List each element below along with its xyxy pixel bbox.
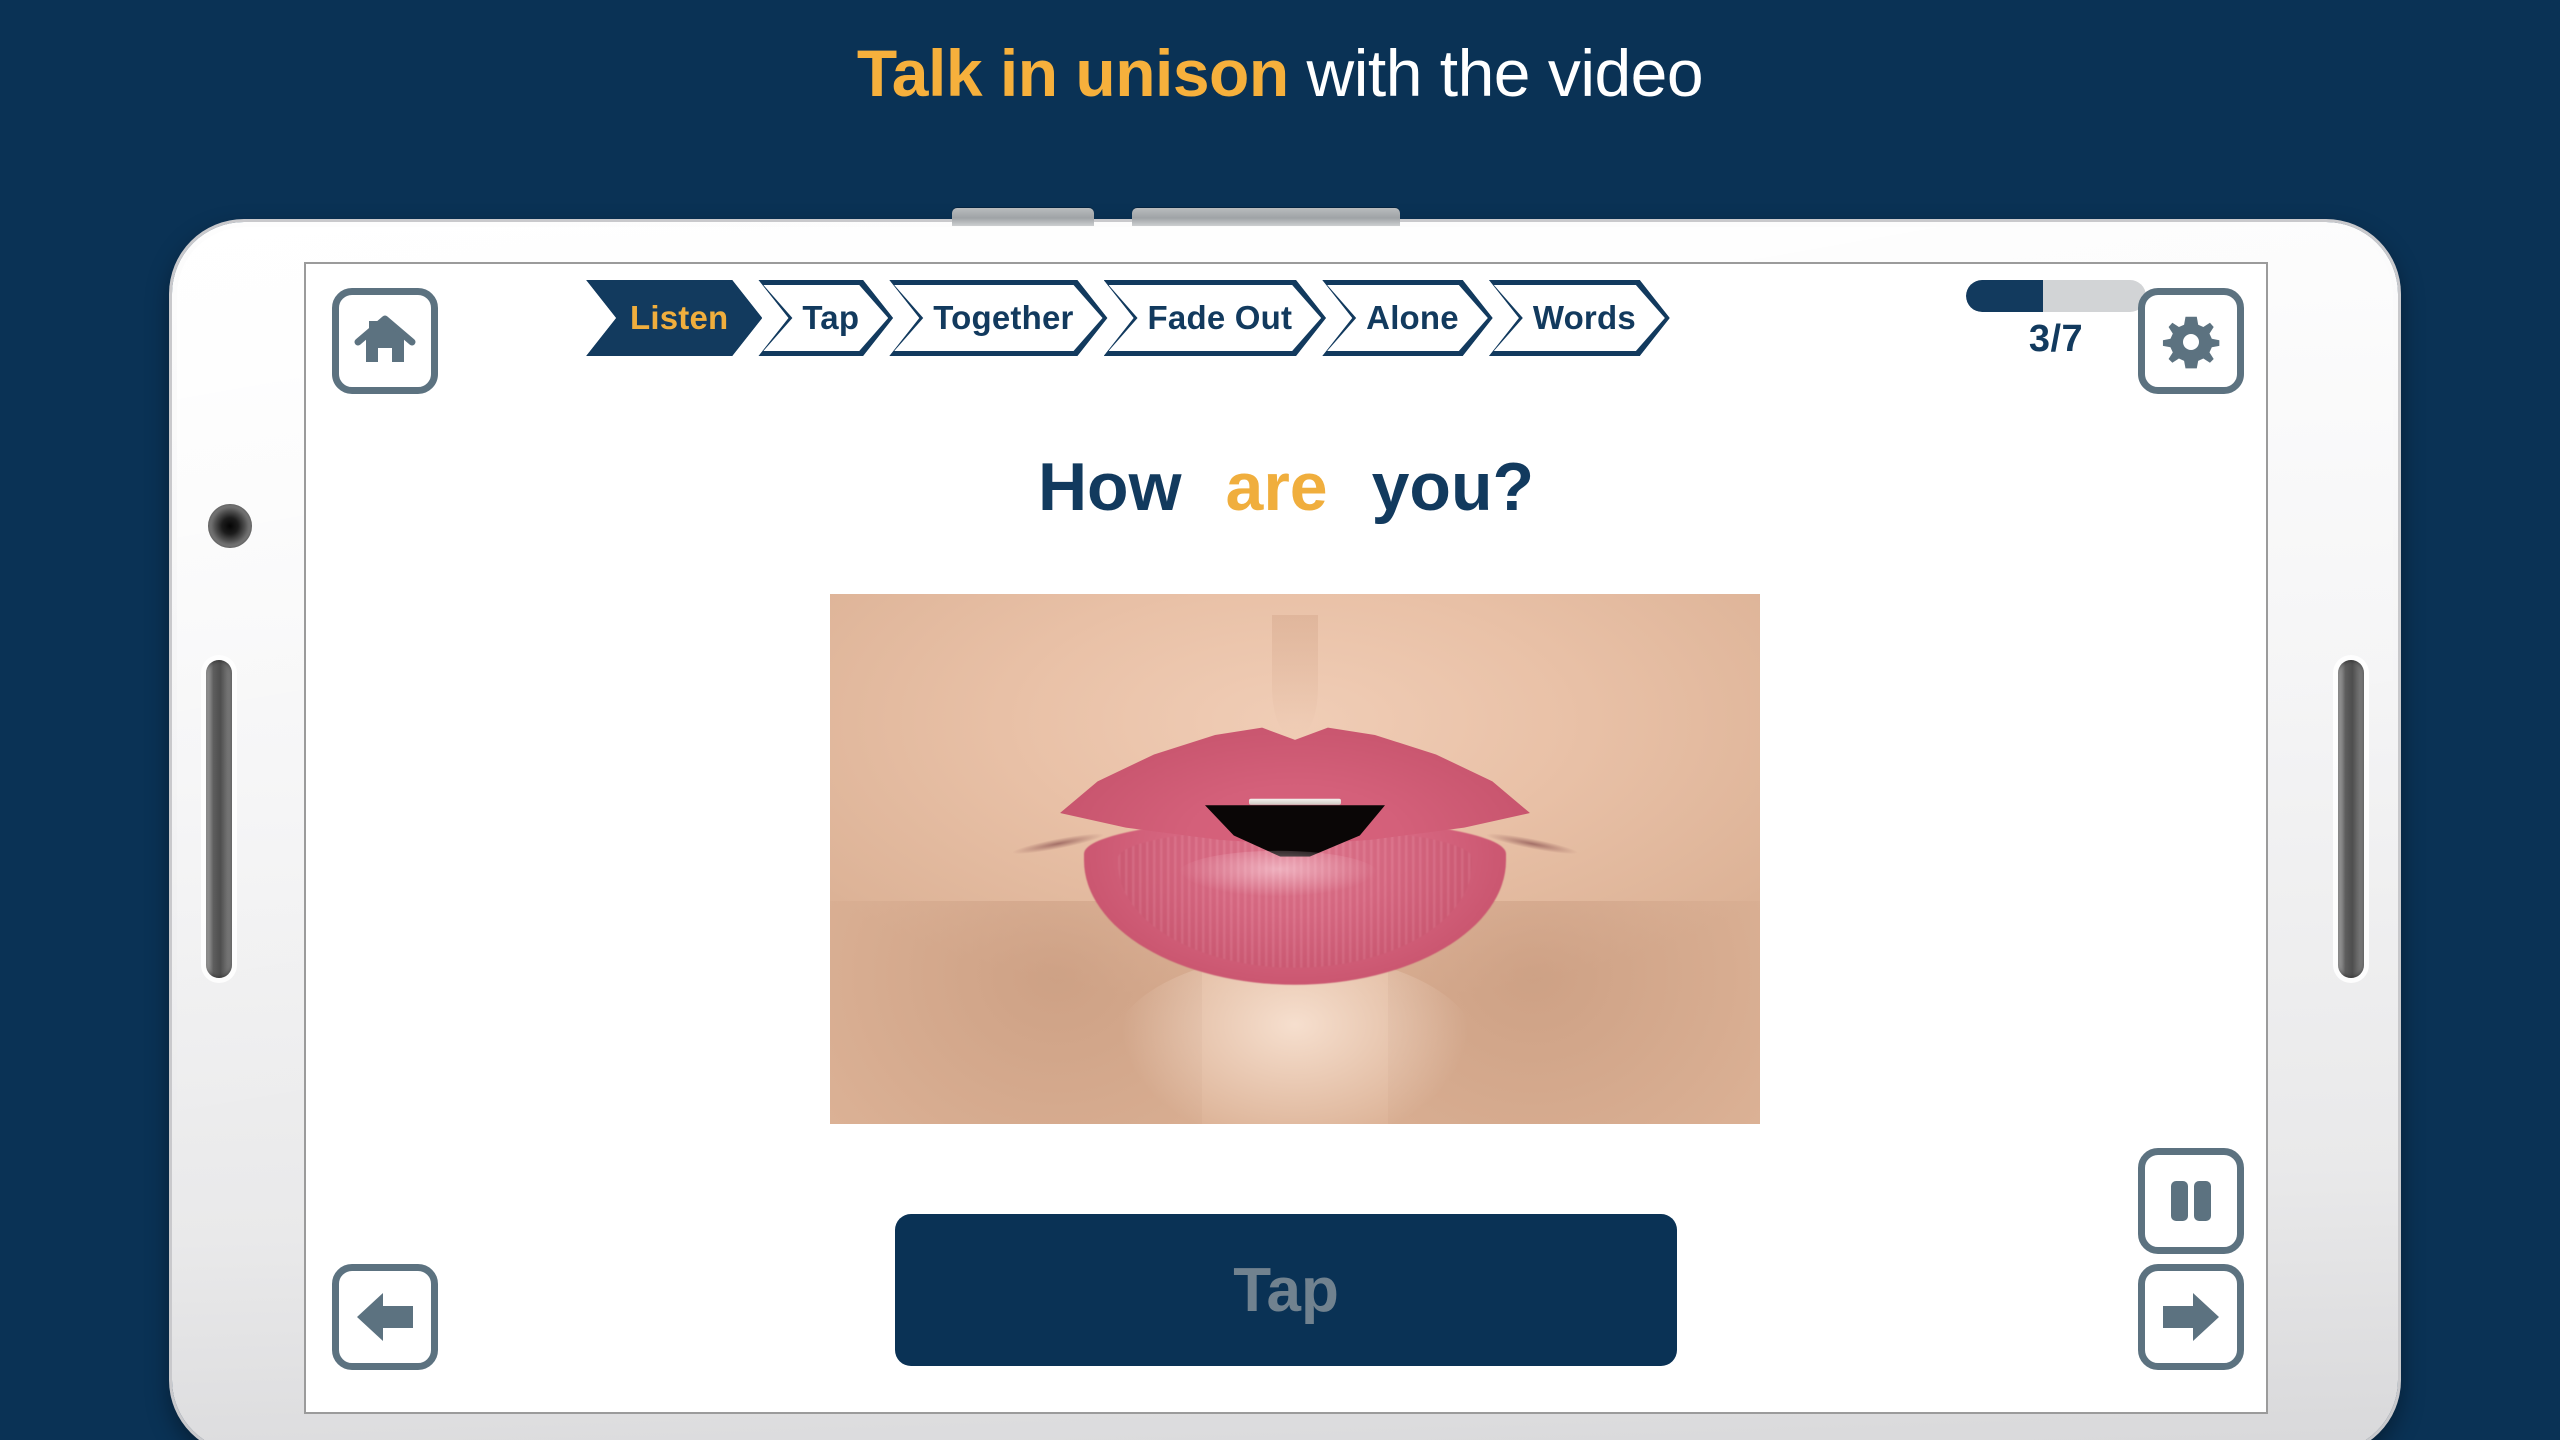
speaker-slot-right xyxy=(2338,660,2364,978)
video-frame-philtrum xyxy=(1272,615,1318,736)
progress-counter: 3/7 xyxy=(2028,318,2084,360)
breadcrumb-step-listen[interactable]: Listen xyxy=(586,280,762,356)
sentence-word[interactable]: you? xyxy=(1372,449,1534,525)
next-button[interactable] xyxy=(2138,1264,2244,1370)
breadcrumb-step-together[interactable]: Together xyxy=(889,280,1107,356)
arrow-right-icon xyxy=(2161,1290,2221,1344)
settings-button[interactable] xyxy=(2138,288,2244,394)
sentence-word-highlighted[interactable]: are xyxy=(1226,449,1328,525)
breadcrumb-step-tap[interactable]: Tap xyxy=(758,280,893,356)
breadcrumb-step-label: Words xyxy=(1532,299,1636,336)
tap-button[interactable]: Tap xyxy=(895,1214,1677,1366)
hardware-power-button[interactable] xyxy=(1132,208,1400,226)
practice-sentence: How are you? xyxy=(306,448,2266,526)
video-frame-lips xyxy=(1011,723,1579,985)
page-title-emphasis: Talk in unison xyxy=(856,36,1289,110)
breadcrumb-step-label: Fade Out xyxy=(1147,299,1293,336)
breadcrumb-step-label: Tap xyxy=(802,299,860,336)
teeth xyxy=(1249,798,1341,805)
sentence-word[interactable]: How xyxy=(1038,449,1182,525)
app-top-bar: Listen Tap Together Fade Out Alone Words xyxy=(306,264,2266,394)
previous-button[interactable] xyxy=(332,1264,438,1370)
page-title-rest: with the video xyxy=(1288,36,1704,110)
progress-bar-track xyxy=(1966,280,2146,312)
breadcrumb-step-alone[interactable]: Alone xyxy=(1322,280,1493,356)
progress-indicator: 3/7 xyxy=(1966,280,2146,361)
lip-gloss-highlight xyxy=(1178,850,1378,897)
mouth-video-player[interactable] xyxy=(830,594,1760,1124)
breadcrumb-step-words[interactable]: Words xyxy=(1489,280,1670,356)
breadcrumb-step-label: Listen xyxy=(630,299,729,336)
breadcrumb-step-label: Together xyxy=(933,299,1074,336)
hardware-volume-button[interactable] xyxy=(952,208,1094,226)
breadcrumb-step-label: Alone xyxy=(1366,299,1459,336)
home-button[interactable] xyxy=(332,288,438,394)
pause-button[interactable] xyxy=(2138,1148,2244,1254)
gear-icon xyxy=(2162,312,2220,370)
phone-screen: Listen Tap Together Fade Out Alone Words xyxy=(304,262,2268,1414)
progress-bar-fill xyxy=(1966,280,2044,312)
breadcrumb-step-fade-out[interactable]: Fade Out xyxy=(1104,280,1327,356)
pause-icon xyxy=(2165,1175,2217,1227)
speaker-slot-left xyxy=(206,660,232,978)
home-icon xyxy=(354,312,416,370)
page-title: Talk in unison with the video xyxy=(0,36,2560,110)
phone-device-frame: Listen Tap Together Fade Out Alone Words xyxy=(172,208,2398,1440)
arrow-left-icon xyxy=(355,1290,415,1344)
front-camera-lens xyxy=(208,504,252,548)
breadcrumb: Listen Tap Together Fade Out Alone Words xyxy=(586,280,1666,356)
